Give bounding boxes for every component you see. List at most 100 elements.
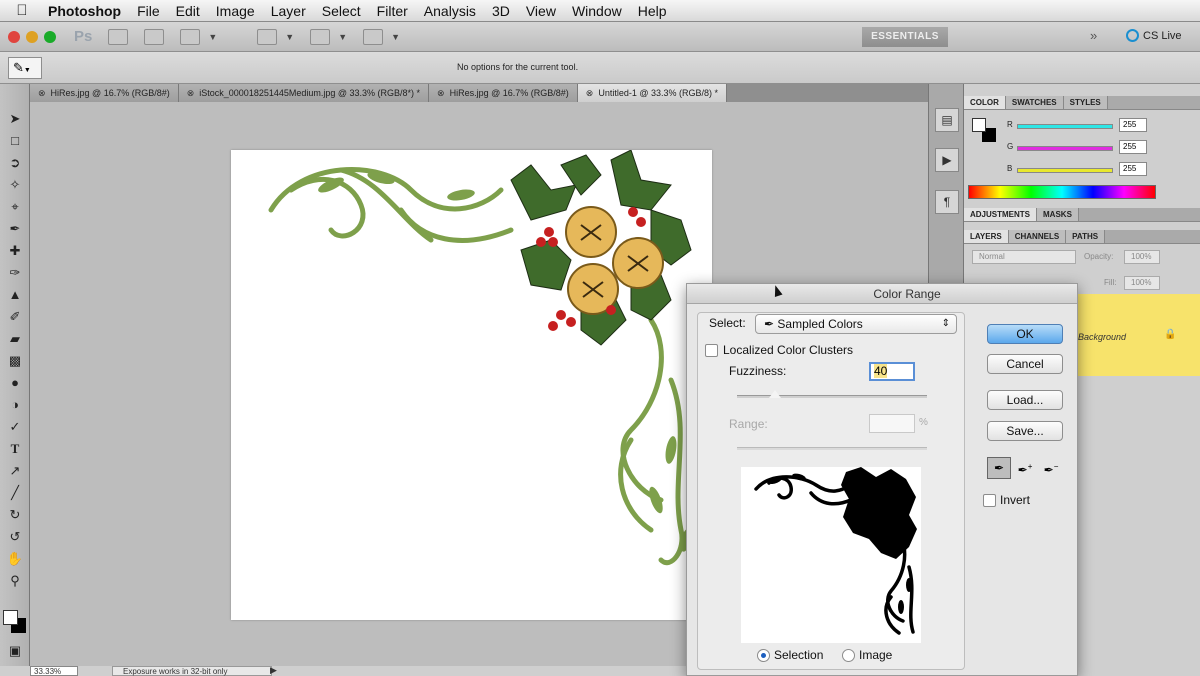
invert-checkbox[interactable]	[983, 494, 996, 507]
green-slider[interactable]: G 255	[1007, 140, 1157, 154]
ok-button[interactable]: OK	[987, 324, 1063, 344]
load-button[interactable]: Load...	[987, 390, 1063, 410]
blend-mode-select[interactable]: Normal	[972, 250, 1076, 264]
green-track[interactable]	[1017, 146, 1113, 151]
menu-select[interactable]: Select	[314, 3, 369, 19]
actions-panel-icon[interactable]: ▶	[935, 148, 959, 172]
selection-radio[interactable]	[757, 649, 770, 662]
close-icon[interactable]: ⊗	[38, 88, 46, 98]
fuzziness-slider[interactable]	[737, 390, 927, 398]
stamp-icon[interactable]: ▲	[0, 284, 30, 306]
marquee-icon[interactable]: □	[0, 130, 30, 152]
shape-icon[interactable]: ╱	[0, 482, 30, 504]
menu-filter[interactable]: Filter	[369, 3, 416, 19]
apple-icon[interactable]: 	[0, 2, 44, 19]
crop-icon[interactable]: ⌖	[0, 196, 30, 218]
gradient-icon[interactable]: ▩	[0, 350, 30, 372]
view-extras-icon[interactable]	[180, 28, 201, 45]
eyedropper-icon[interactable]: ✒	[987, 457, 1011, 479]
fill-field[interactable]: 100%	[1124, 276, 1160, 290]
dodge-icon[interactable]: ◑	[0, 394, 30, 416]
quick-mask-icon[interactable]: ▣	[0, 640, 30, 662]
3d-orbit-icon[interactable]: ↺	[0, 526, 30, 548]
fuzziness-slider-thumb[interactable]	[769, 390, 781, 398]
zoom-field[interactable]: 33.33%	[30, 666, 78, 676]
status-info[interactable]: Exposure works in 32-bit only	[112, 666, 272, 676]
tab-channels[interactable]: CHANNELS	[1008, 230, 1067, 243]
image-radio[interactable]	[842, 649, 855, 662]
color-swatches[interactable]	[3, 604, 27, 644]
opacity-field[interactable]: 100%	[1124, 250, 1160, 264]
document-tab-active[interactable]: ⊗ Untitled-1 @ 33.3% (RGB/8) *	[577, 84, 728, 102]
eraser-icon[interactable]: ▰	[0, 328, 30, 350]
type-icon[interactable]: T	[0, 438, 30, 460]
select-dropdown[interactable]: ✒ Sampled Colors ⇕	[755, 314, 957, 334]
red-value[interactable]: 255	[1119, 118, 1147, 132]
layer-row-background[interactable]: Background 🔒	[1076, 294, 1200, 376]
color-picker-swatches[interactable]	[972, 118, 998, 144]
blue-track[interactable]	[1017, 168, 1113, 173]
path-select-icon[interactable]: ↗	[0, 460, 30, 482]
more-workspaces-icon[interactable]: »	[1090, 28, 1097, 43]
history-panel-icon[interactable]: ▤	[935, 108, 959, 132]
tab-masks[interactable]: MASKS	[1037, 208, 1079, 221]
close-window-button[interactable]	[8, 30, 20, 43]
localized-clusters-checkbox[interactable]	[705, 344, 718, 357]
status-menu-icon[interactable]: ▶	[270, 665, 277, 676]
screen-mode-icon[interactable]	[363, 28, 384, 45]
menu-help[interactable]: Help	[630, 3, 675, 19]
tab-swatches[interactable]: SWATCHES	[1005, 96, 1064, 109]
tab-paths[interactable]: PATHS	[1066, 230, 1106, 243]
menu-app[interactable]: Photoshop	[44, 3, 129, 19]
healing-icon[interactable]: ✚	[0, 240, 30, 262]
tab-layers[interactable]: LAYERS	[964, 230, 1009, 243]
close-icon[interactable]: ⊗	[437, 88, 445, 98]
move-icon[interactable]: ➤	[0, 108, 30, 130]
tab-color[interactable]: COLOR	[964, 96, 1006, 109]
3d-rotate-icon[interactable]: ↻	[0, 504, 30, 526]
red-slider[interactable]: R 255	[1007, 118, 1157, 132]
zoom-level-icon[interactable]	[257, 28, 278, 45]
hand-icon[interactable]: ✋	[0, 548, 30, 570]
menu-window[interactable]: Window	[564, 3, 630, 19]
blue-value[interactable]: 255	[1119, 162, 1147, 176]
close-icon[interactable]: ⊗	[187, 88, 195, 98]
menu-edit[interactable]: Edit	[168, 3, 208, 19]
lasso-icon[interactable]: ➲	[0, 152, 30, 174]
paragraph-panel-icon[interactable]: ¶	[935, 190, 959, 214]
brush-icon[interactable]: ✑	[0, 262, 30, 284]
quick-select-icon[interactable]: ✧	[0, 174, 30, 196]
tab-adjustments[interactable]: ADJUSTMENTS	[964, 208, 1038, 221]
document-canvas[interactable]	[231, 150, 712, 620]
bridge-icon[interactable]	[108, 28, 129, 45]
fuzziness-input[interactable]: 40	[869, 362, 915, 381]
mini-bridge-icon[interactable]	[144, 28, 165, 45]
arrange-documents-icon[interactable]	[310, 28, 331, 45]
eyedropper-minus-icon[interactable]: ✒−	[1039, 457, 1063, 479]
document-tab[interactable]: ⊗ HiRes.jpg @ 16.7% (RGB/8#)	[429, 84, 578, 102]
green-value[interactable]: 255	[1119, 140, 1147, 154]
cs-live-button[interactable]: CS Live	[1126, 29, 1182, 42]
red-track[interactable]	[1017, 124, 1113, 129]
menu-file[interactable]: File	[129, 3, 168, 19]
chevron-down-icon[interactable]: ▼	[338, 32, 347, 42]
minimize-window-button[interactable]	[26, 30, 38, 43]
range-input[interactable]	[869, 414, 915, 433]
chevron-down-icon[interactable]: ▼	[391, 32, 400, 42]
save-button[interactable]: Save...	[987, 421, 1063, 441]
eyedropper-icon[interactable]: ✒	[0, 218, 30, 240]
blur-icon[interactable]: ●	[0, 372, 30, 394]
chevron-down-icon[interactable]: ▼	[208, 32, 217, 42]
menu-layer[interactable]: Layer	[263, 3, 314, 19]
tab-styles[interactable]: STYLES	[1063, 96, 1108, 109]
cancel-button[interactable]: Cancel	[987, 354, 1063, 374]
pen-icon[interactable]: ✓	[0, 416, 30, 438]
blue-slider[interactable]: B 255	[1007, 162, 1157, 176]
menu-view[interactable]: View	[518, 3, 564, 19]
history-brush-icon[interactable]: ✐	[0, 306, 30, 328]
dialog-title[interactable]: Color Range	[687, 284, 1077, 304]
eyedropper-plus-icon[interactable]: ✒+	[1013, 457, 1037, 479]
foreground-color-swatch[interactable]	[3, 610, 18, 625]
color-spectrum[interactable]	[968, 185, 1156, 199]
workspace-switcher[interactable]: ESSENTIALS	[862, 27, 948, 47]
